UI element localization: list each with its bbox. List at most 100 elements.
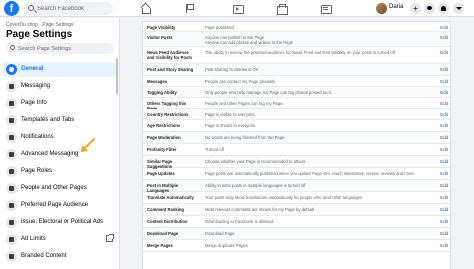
- edit-link[interactable]: Edit: [440, 25, 448, 30]
- setting-value: People and other Pages can tag my Page.: [205, 101, 284, 106]
- edit-link[interactable]: Edit: [440, 112, 448, 117]
- grid-icon: [6, 115, 17, 126]
- sidebar-item-label: Preferred Page Audience: [21, 202, 89, 208]
- table-row: Messages People can contact my Page priv…: [143, 76, 450, 87]
- facebook-search-input[interactable]: [37, 3, 109, 14]
- sidebar-item-page-info[interactable]: Page Info: [3, 96, 117, 111]
- setting-value: Only people who help manage my Page can …: [205, 90, 332, 95]
- sidebar-item-notifications[interactable]: Notifications: [3, 130, 117, 145]
- page-title: Page Settings: [6, 29, 73, 40]
- setting-value: Choose whether your Page is recommended …: [205, 159, 306, 164]
- sidebar-item-political-ads[interactable]: Issue, Electoral or Political Ads: [3, 215, 117, 230]
- edit-link[interactable]: Edit: [440, 243, 448, 248]
- sidebar-item-label: Issue, Electoral or Political Ads: [21, 219, 104, 225]
- sidebar-item-templates-and-tabs[interactable]: Templates and Tabs: [3, 113, 117, 128]
- people-icon: [6, 200, 17, 211]
- sidebar-item-page-roles[interactable]: Page Roles: [3, 164, 117, 179]
- sidebar-item-preferred-page-audience[interactable]: Preferred Page Audience: [3, 198, 117, 213]
- messenger-icon[interactable]: [424, 3, 435, 14]
- setting-label: Translate Automatically: [147, 195, 194, 200]
- external-link-icon: [106, 234, 114, 242]
- edit-link[interactable]: Edit: [440, 67, 448, 72]
- chat-icon: [6, 81, 17, 92]
- breadcrumb[interactable]: CoverDu shop · Page Settings: [6, 22, 74, 28]
- setting-label: Content Distribution: [147, 219, 188, 224]
- setting-value: The ability to narrow the potential audi…: [205, 50, 395, 55]
- sidebar-item-label: Messaging: [21, 83, 51, 89]
- profile-name: Daria: [389, 4, 404, 10]
- edit-link[interactable]: Edit: [440, 79, 448, 84]
- sidebar-item-label: Notifications: [21, 134, 54, 140]
- setting-value: Post sharing to Stories is On: [205, 67, 259, 72]
- setting-value: No words are being blocked from the Page…: [205, 135, 286, 140]
- gear-icon: [6, 64, 17, 75]
- table-row: Page Visibility Page published Edit: [143, 22, 450, 32]
- annotation-arrow-icon: [81, 138, 95, 152]
- setting-label: Page Visibility: [147, 25, 176, 30]
- watch-video-icon[interactable]: [232, 3, 244, 14]
- table-row: Translate Automatically Your posts may s…: [143, 192, 450, 204]
- globe-icon: [6, 132, 17, 143]
- edit-link[interactable]: Edit: [440, 231, 448, 236]
- facebook-logo[interactable]: f: [4, 1, 19, 16]
- table-row: Post and Story Sharing Post sharing to S…: [143, 64, 450, 76]
- sidebar-item-label: Branded Content: [21, 253, 67, 259]
- table-row: Others Tagging this Page People and othe…: [143, 98, 450, 111]
- home-icon[interactable]: [140, 3, 151, 14]
- main-scrollbar[interactable]: [467, 18, 471, 269]
- setting-label: Download Page: [147, 231, 179, 236]
- edit-link[interactable]: Edit: [440, 35, 448, 40]
- sidebar-scrollbar[interactable]: [116, 58, 118, 94]
- settings-search-input[interactable]: [18, 44, 110, 53]
- edit-link[interactable]: Edit: [440, 207, 448, 212]
- edit-link[interactable]: Edit: [440, 90, 448, 95]
- setting-value: Download Page: [205, 231, 235, 236]
- settings-sidebar: CoverDu shop · Page Settings Page Settin…: [0, 18, 120, 269]
- sidebar-item-messaging[interactable]: Messaging: [3, 79, 117, 94]
- setting-label: Country Restrictions: [147, 112, 189, 117]
- setting-label: Tagging Ability: [147, 90, 177, 95]
- setting-value: Anyone can publish to the Page Anyone ca…: [205, 35, 294, 45]
- edit-link[interactable]: Edit: [440, 50, 448, 55]
- setting-value: Ability to write posts in multiple langu…: [205, 183, 306, 188]
- table-row: Similar Page Suggestions Choose whether …: [143, 156, 450, 169]
- chart-icon: [6, 234, 17, 245]
- sidebar-item-people-and-other-pages[interactable]: People and Other Pages: [3, 181, 117, 196]
- facebook-search-box[interactable]: [23, 2, 113, 15]
- gaming-icon[interactable]: [320, 3, 332, 14]
- settings-search-box[interactable]: [6, 43, 114, 54]
- table-row: Merge Pages Merge duplicate Pages Edit: [143, 240, 450, 252]
- setting-value: Page posts are automatically published w…: [205, 171, 415, 176]
- table-row: Content Distribution Downloading to Face…: [143, 216, 450, 228]
- table-row: Page Updates Page posts are automaticall…: [143, 168, 450, 180]
- create-plus-icon[interactable]: +: [410, 3, 421, 14]
- setting-label: Merge Pages: [147, 243, 173, 248]
- search-icon: [10, 45, 15, 50]
- edit-link[interactable]: Edit: [440, 159, 448, 164]
- edit-link[interactable]: Edit: [440, 171, 448, 176]
- edit-link[interactable]: Edit: [440, 135, 448, 140]
- table-row: Post in Multiple Languages Ability to wr…: [143, 180, 450, 193]
- sidebar-item-general[interactable]: General: [3, 62, 117, 77]
- notifications-bell-icon[interactable]: [438, 3, 449, 14]
- sidebar-item-label: Ad Limits: [21, 236, 46, 242]
- table-row: News Feed Audience and Visibility for Po…: [143, 47, 450, 64]
- sidebar-item-label: Templates and Tabs: [21, 117, 75, 123]
- edit-link[interactable]: Edit: [440, 219, 448, 224]
- sidebar-item-advanced-messaging[interactable]: Advanced Messaging: [3, 147, 117, 162]
- edit-link[interactable]: Edit: [440, 147, 448, 152]
- account-dropdown-icon[interactable]: [453, 3, 464, 14]
- edit-link[interactable]: Edit: [440, 183, 448, 188]
- edit-link[interactable]: Edit: [440, 123, 448, 128]
- profile-chip[interactable]: Daria: [376, 3, 405, 14]
- sidebar-item-ad-limits[interactable]: Ad Limits: [3, 232, 117, 247]
- search-icon: [28, 5, 34, 11]
- table-row: Age Restrictions Page is shown to everyo…: [143, 120, 450, 132]
- edit-link[interactable]: Edit: [440, 195, 448, 200]
- marketplace-icon[interactable]: [276, 3, 288, 15]
- setting-label: Messages: [147, 79, 168, 84]
- setting-label: Post and Story Sharing: [147, 67, 194, 72]
- edit-link[interactable]: Edit: [440, 101, 448, 106]
- pages-flag-icon[interactable]: [184, 3, 195, 14]
- sidebar-item-branded-content[interactable]: Branded Content: [3, 249, 117, 264]
